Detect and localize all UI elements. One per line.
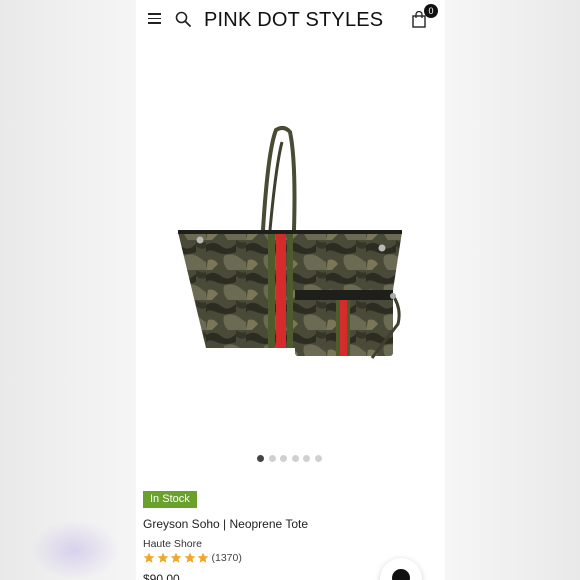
brand-logo[interactable]: PINK DOT STYLES xyxy=(204,9,383,32)
product-price: $90.00 xyxy=(143,572,180,580)
star-icon xyxy=(184,552,195,563)
background-left xyxy=(0,0,136,580)
stock-status-badge: In Stock xyxy=(143,491,197,508)
cart-count-badge: 0 xyxy=(424,4,438,18)
background-glow xyxy=(30,520,120,580)
gallery-dot[interactable] xyxy=(268,455,276,462)
product-title: Greyson Soho | Neoprene Tote xyxy=(143,517,308,531)
star-icon xyxy=(197,552,209,563)
product-brand-link[interactable]: Haute Shore xyxy=(143,538,202,550)
chat-button[interactable] xyxy=(380,558,422,580)
site-header: PINK DOT STYLES 0 xyxy=(136,0,445,40)
gallery-dot[interactable] xyxy=(257,455,264,462)
search-icon[interactable] xyxy=(175,11,191,27)
gallery-dot[interactable] xyxy=(291,455,299,462)
gallery-pagination xyxy=(257,449,326,462)
gallery-dot[interactable] xyxy=(314,455,322,462)
review-count: (1370) xyxy=(211,552,242,564)
gallery-dot[interactable] xyxy=(280,455,287,462)
star-icon xyxy=(157,552,168,563)
product-image[interactable] xyxy=(166,120,414,370)
star-icon xyxy=(170,552,182,563)
product-rating[interactable]: (1370) xyxy=(143,551,242,565)
background-right xyxy=(444,0,580,580)
gallery-dot[interactable] xyxy=(303,455,310,462)
hamburger-menu-icon[interactable] xyxy=(148,13,161,24)
chat-icon xyxy=(392,569,410,580)
star-icon xyxy=(143,552,155,563)
phone-screen: PINK DOT STYLES 0 In Stock Greyson Soho … xyxy=(136,0,445,580)
